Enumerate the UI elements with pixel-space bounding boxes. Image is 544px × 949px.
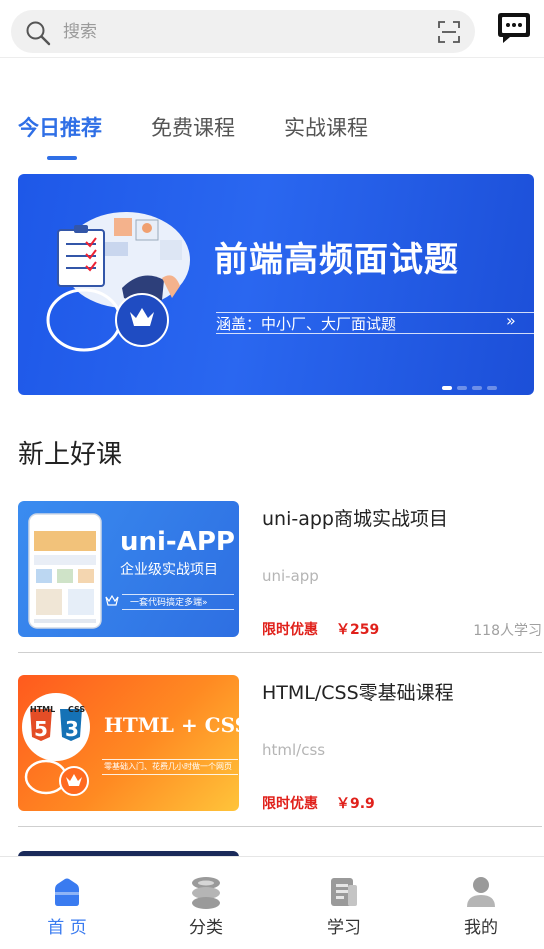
html5-number: 5 — [34, 717, 48, 741]
nav-label-profile: 我的 — [464, 918, 498, 938]
active-tab-indicator — [47, 156, 77, 160]
thumbnail-subtitle: 企业级实战项目 — [120, 562, 218, 578]
thumbnail-caption: 一套代码搞定多端» — [130, 598, 208, 608]
promo-banner[interactable]: 前端高频面试题 涵盖：中小厂、大厂面试题 » — [18, 174, 534, 395]
banner-divider-bottom — [216, 333, 534, 334]
course-title[interactable]: uni-app商城实战项目 — [262, 504, 448, 531]
nav-label-study: 学习 — [327, 918, 361, 938]
css-badge-label: CSS — [68, 705, 86, 714]
study-icon — [331, 878, 357, 906]
course-price: ￥9.9 — [336, 796, 375, 812]
thumbnail-title: uni-APP — [120, 527, 235, 557]
course-item[interactable]: uni-APP 企业级实战项目 一套代码搞定多端» uni-app商城实战项目 … — [18, 501, 542, 653]
course-thumbnail[interactable]: HTML CSS 5 3 HTML + CSS 零基础入门、花费几小时做一个网页 — [18, 675, 239, 811]
course-tag: uni-app — [262, 567, 319, 585]
banner-dot-2[interactable] — [457, 386, 467, 390]
nav-item-home[interactable]: 首 页 — [17, 857, 117, 949]
deer-logo-icon — [105, 594, 119, 606]
search-bar[interactable] — [11, 10, 475, 53]
profile-icon — [467, 877, 495, 907]
course-price: ￥259 — [336, 622, 380, 638]
course-item[interactable]: HTML CSS 5 3 HTML + CSS 零基础入门、花费几小时做一个网页… — [18, 675, 542, 827]
tab-practical-courses[interactable]: 实战课程 — [284, 112, 368, 142]
thumbnail-title: HTML + CSS — [104, 713, 239, 737]
search-icon — [26, 21, 51, 46]
banner-pagination — [442, 386, 497, 390]
top-bar — [0, 0, 544, 58]
nav-label-category: 分类 — [189, 918, 223, 938]
banner-title: 前端高频面试题 — [214, 240, 459, 280]
category-tabs: 今日推荐 免费课程 实战课程 — [0, 100, 544, 162]
category-icon — [192, 877, 220, 909]
banner-subtitle: 涵盖：中小厂、大厂面试题 — [216, 315, 397, 333]
interview-illustration-icon — [46, 212, 190, 352]
course-tag: html/css — [262, 741, 326, 759]
list-divider — [18, 826, 542, 827]
thumbnail-caption-frame: 一套代码搞定多端» — [122, 594, 234, 610]
nav-item-profile[interactable]: 我的 — [431, 857, 531, 949]
nav-item-category[interactable]: 分类 — [156, 857, 256, 949]
tab-today-recommend[interactable]: 今日推荐 — [18, 112, 102, 142]
promo-label: 限时优惠 — [262, 796, 318, 812]
message-icon[interactable] — [496, 11, 532, 45]
course-thumbnail[interactable]: uni-APP 企业级实战项目 一套代码搞定多端» — [18, 501, 239, 637]
scan-icon[interactable] — [437, 20, 461, 44]
html-badge-label: HTML — [30, 705, 56, 714]
list-divider — [18, 652, 542, 653]
section-title-new-courses: 新上好课 — [18, 440, 123, 470]
phone-mockup-icon — [28, 513, 102, 629]
banner-dot-1[interactable] — [442, 386, 452, 390]
search-input[interactable] — [63, 10, 423, 53]
tab-free-courses[interactable]: 免费课程 — [151, 112, 235, 142]
nav-label-home: 首 页 — [47, 918, 87, 938]
promo-label: 限时优惠 — [262, 622, 318, 638]
banner-dot-3[interactable] — [472, 386, 482, 390]
thumbnail-caption-frame: 零基础入门、花费几小时做一个网页 — [102, 759, 238, 775]
banner-arrow-icon: » — [506, 311, 516, 330]
bottom-nav: 首 页 分类 学习 我的 — [0, 856, 544, 949]
course-title[interactable]: HTML/CSS零基础课程 — [262, 678, 454, 705]
nav-item-study[interactable]: 学习 — [294, 857, 394, 949]
banner-dot-4[interactable] — [487, 386, 497, 390]
css3-number: 3 — [65, 717, 79, 741]
thumbnail-caption: 零基础入门、花费几小时做一个网页 — [104, 762, 232, 771]
app-page: 今日推荐 免费课程 实战课程 前端高频面试题 — [0, 0, 544, 949]
home-icon — [55, 878, 79, 906]
learner-count: 118人学习 — [473, 623, 542, 639]
